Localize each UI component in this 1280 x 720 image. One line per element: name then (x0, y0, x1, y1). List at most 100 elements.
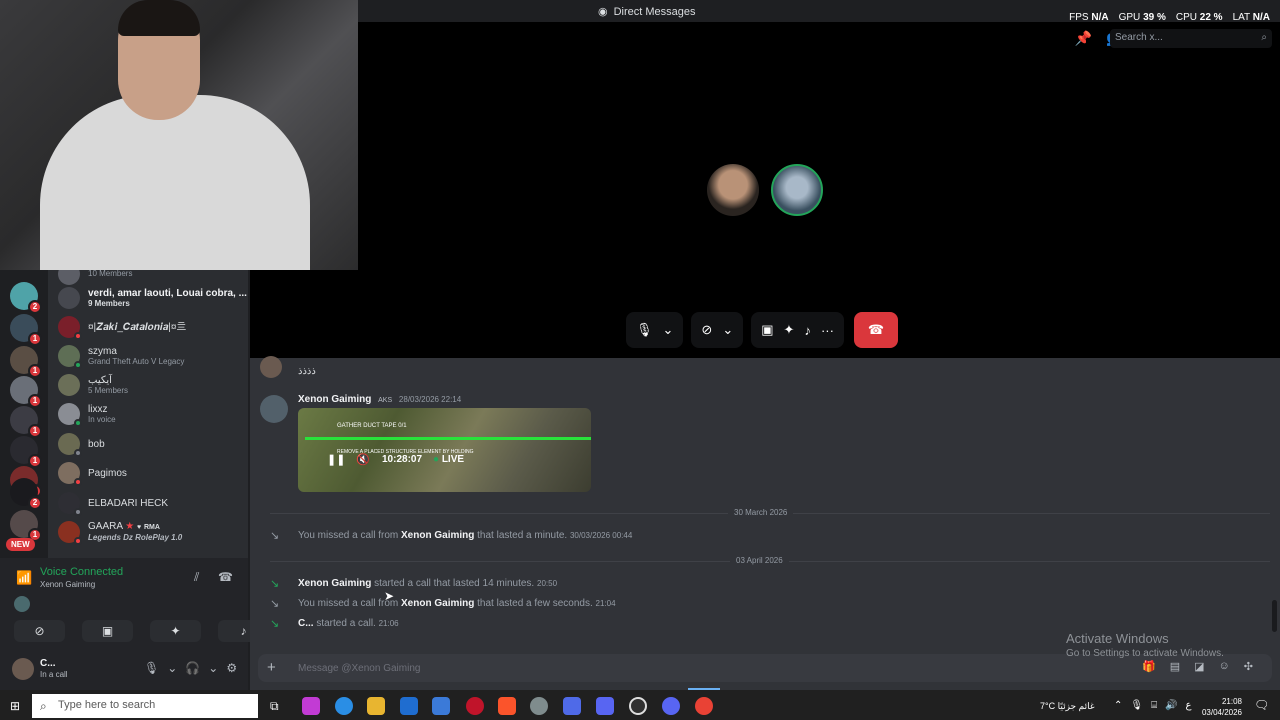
avatar (58, 403, 82, 427)
gift-icon[interactable]: 🎁 (1142, 660, 1156, 673)
window-title: ◉ Direct Messages (598, 5, 696, 19)
dm-item[interactable]: lixxz In voice (58, 400, 116, 428)
server-icon[interactable]: 1 (10, 376, 42, 408)
edge-icon[interactable] (335, 697, 353, 715)
screen-share-button[interactable]: ▣ (82, 620, 133, 642)
message-input[interactable]: Message @Xenon Gaiming (298, 663, 420, 674)
server-icon[interactable]: 2 (10, 282, 42, 314)
voice-channel[interactable]: Xenon Gaiming (40, 580, 95, 589)
chevron-up-icon[interactable]: ⌃ (1114, 700, 1122, 711)
microphone-icon: 🎙 (636, 322, 653, 337)
soundboard-icon[interactable]: ♪ (804, 323, 811, 338)
server-icon[interactable]: 1 (10, 510, 42, 542)
server-icon[interactable]: 1 (10, 314, 42, 346)
copilot-icon[interactable] (302, 697, 320, 715)
app-grey-icon[interactable] (530, 697, 548, 715)
chrome-icon[interactable] (695, 697, 713, 715)
date-label: 03 April 2026 (730, 556, 789, 565)
store-icon[interactable] (432, 697, 450, 715)
hang-up-icon: ☎ (867, 322, 885, 337)
scrollbar[interactable] (1272, 600, 1277, 632)
chevron-down-icon[interactable]: ⌄ (663, 322, 674, 338)
app-blue-icon[interactable] (563, 697, 581, 715)
webcam-person-hair (118, 0, 200, 36)
settings-gear-icon[interactable]: ⚙ (226, 661, 237, 675)
disconnect-icon[interactable]: ☎ (218, 570, 233, 584)
voice-status[interactable]: Voice Connected (40, 566, 123, 578)
dm-item[interactable]: ¤|𝒁𝒂𝒌𝒊_𝑪𝒂𝒕𝒂𝒍𝒐𝒏𝒊𝒂|¤亖 (58, 313, 186, 341)
activities-icon[interactable]: ✦ (784, 322, 795, 338)
status-offline (74, 508, 82, 516)
dm-item[interactable]: verdi, amar laouti, Louai cobra, ... 9 Me… (58, 284, 247, 312)
apps-icon[interactable]: ✣ (1244, 660, 1253, 673)
headphones-icon[interactable]: 🎧 (185, 661, 200, 675)
dm-item[interactable]: szyma Grand Theft Auto V Legacy (58, 342, 184, 370)
more-icon[interactable]: ··· (821, 323, 834, 338)
camera-button[interactable]: ⊘ ⌄ (691, 312, 744, 348)
brave-icon[interactable] (498, 697, 516, 715)
language-indicator[interactable]: ع (1186, 700, 1192, 711)
signal-icon[interactable]: 📶 (16, 570, 32, 586)
microphone-icon[interactable]: 🎙 (144, 661, 159, 675)
avatar[interactable] (260, 356, 282, 378)
app-red-icon[interactable] (466, 697, 484, 715)
sticker-icon[interactable]: ◪ (1194, 660, 1204, 673)
mail-icon[interactable] (400, 697, 418, 715)
emoji-icon[interactable]: ☺ (1219, 660, 1230, 673)
task-view-icon[interactable]: ⧉ (270, 699, 279, 714)
taskbar-search[interactable]: Type here to search (32, 694, 258, 718)
obs-icon[interactable] (629, 697, 647, 715)
server-icon[interactable]: 1 (10, 406, 42, 438)
dm-item[interactable]: Pagimos (58, 459, 127, 487)
screen-share-icon[interactable]: ▣ (761, 322, 773, 338)
dm-item[interactable]: bob (58, 430, 105, 458)
activities-button[interactable]: ✦ (150, 620, 201, 642)
dm-item[interactable]: ELBADARI HECK (58, 489, 168, 517)
call-started-icon: ↘ (270, 578, 280, 590)
search-input[interactable]: Search x... ⌕ (1110, 29, 1272, 48)
message-author[interactable]: Xenon Gaiming (298, 394, 371, 405)
camera-toggle-button[interactable]: ⊘ (14, 620, 65, 642)
pin-icon[interactable]: 📌 (1075, 30, 1092, 47)
windows-start-icon[interactable]: ⊞ (10, 699, 20, 713)
voice-actions: ⊘ ▣ ✦ ♪ (14, 620, 269, 642)
status-dnd (74, 478, 82, 486)
clock[interactable]: 21:08 03/04/2026 (1202, 696, 1242, 718)
mute-button[interactable]: 🎙 ⌄ (626, 312, 684, 348)
avatar[interactable] (12, 658, 34, 680)
gif-icon[interactable]: ▤ (1170, 660, 1180, 673)
network-icon[interactable]: ⌸ (1151, 700, 1157, 711)
status-online (74, 361, 82, 369)
search-icon: ⌕ (1261, 32, 1267, 43)
server-icon[interactable]: 2 (10, 478, 42, 510)
volume-icon[interactable]: 🔊 (1165, 700, 1177, 711)
pause-icon[interactable]: ❚❚ (327, 453, 345, 466)
noise-suppression-icon[interactable]: ⫽ (194, 570, 199, 585)
system-message: C... started a call. 21:06 (298, 618, 399, 629)
notification-icon[interactable]: 🗨 (1254, 698, 1269, 712)
discord-alt-icon[interactable] (662, 697, 680, 715)
microphone-icon[interactable]: 🎙 (1130, 700, 1143, 711)
dm-item[interactable]: آيكيب 5 Members (58, 371, 128, 399)
participant-avatar-speaking[interactable] (771, 164, 823, 216)
chevron-down-icon[interactable]: ⌄ (208, 661, 218, 675)
server-icon[interactable]: 1 (10, 346, 42, 378)
add-attachment-icon[interactable]: + (267, 659, 276, 676)
participant-avatar[interactable] (707, 164, 759, 216)
avatar (58, 374, 80, 396)
end-call-button[interactable]: ☎ (853, 312, 898, 348)
user-name[interactable]: C... (40, 658, 56, 669)
mute-icon[interactable]: 🔇 (356, 453, 370, 466)
chevron-down-icon[interactable]: ⌄ (167, 661, 177, 675)
weather-widget[interactable]: 7°C غائم جزئيًا (1040, 701, 1095, 712)
message-header: Xenon Gaiming AKS 28/03/2026 22:14 (298, 394, 461, 405)
chevron-down-icon[interactable]: ⌄ (722, 322, 733, 338)
server-icon[interactable]: 1 (10, 436, 42, 468)
file-explorer-icon[interactable] (367, 697, 385, 715)
guild-tag[interactable]: AKS (378, 397, 392, 404)
voice-participant-avatar[interactable] (14, 596, 30, 612)
dm-item[interactable]: GAARA ★ ♥ RMA Legends Dz RolePlay 1.0 (58, 518, 182, 546)
avatar[interactable] (260, 395, 288, 423)
discord-taskbar-icon[interactable] (596, 697, 614, 715)
webcam-overlay (0, 0, 358, 270)
